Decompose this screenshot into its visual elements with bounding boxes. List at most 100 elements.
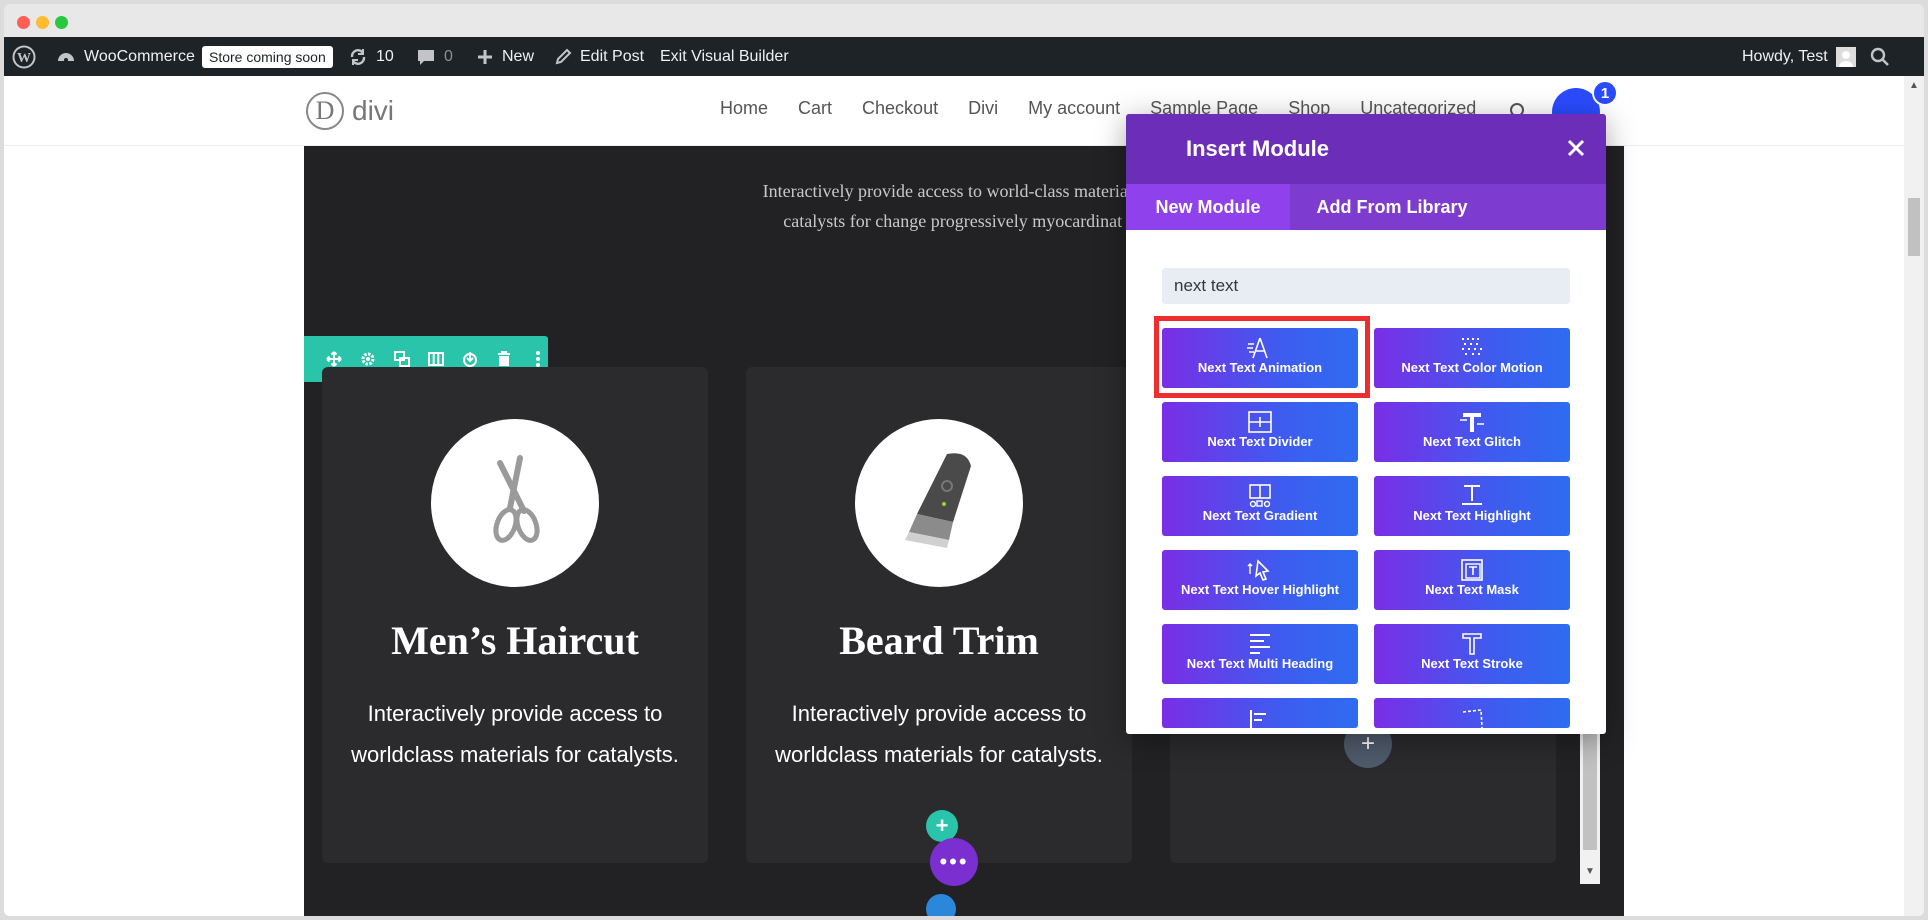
logo-text: divi	[352, 95, 395, 126]
module-label: Next Text Stroke	[1421, 656, 1523, 671]
new-content-menu[interactable]: New	[476, 37, 534, 76]
module-label: Next Text Gradient	[1202, 508, 1318, 523]
card-image-circle	[855, 419, 1023, 587]
module-partial-row-right[interactable]	[1374, 698, 1570, 729]
site-name-menu[interactable]: WooCommerce	[56, 37, 195, 76]
edit-post-link[interactable]: Edit Post	[554, 37, 644, 76]
text-gradient-icon	[1249, 484, 1271, 508]
nav-item-home[interactable]: Home	[720, 98, 768, 119]
move-icon	[326, 351, 342, 367]
page-scroll-thumb[interactable]	[1908, 198, 1920, 256]
tab-add-from-library[interactable]: Add From Library	[1290, 184, 1494, 230]
module-next-text-mask[interactable]: Next Text Mask	[1374, 550, 1570, 610]
align-left-icon	[1250, 710, 1266, 730]
minimize-window-button[interactable]	[36, 16, 49, 29]
module-partial-row-left[interactable]	[1162, 698, 1358, 730]
duplicate-icon	[394, 351, 410, 367]
module-label: Next Text Multi Heading	[1186, 656, 1334, 671]
trimmer-icon	[905, 453, 971, 548]
delete-row-button[interactable]	[494, 349, 514, 369]
cursor-icon	[1247, 559, 1270, 581]
trash-icon	[498, 351, 510, 366]
add-section-button[interactable]	[926, 894, 956, 916]
comments-menu[interactable]: 0	[416, 37, 453, 76]
site-logo[interactable]: D divi	[306, 92, 394, 130]
updates-count: 10	[376, 47, 394, 65]
modal-title: Insert Module	[1186, 136, 1330, 161]
save-icon	[463, 352, 477, 367]
duplicate-row-button[interactable]	[392, 349, 412, 369]
module-label: Next Text Mask	[1425, 582, 1519, 597]
tab-new-module[interactable]: New Module	[1126, 184, 1290, 230]
module-next-text-gradient[interactable]: Next Text Gradient	[1162, 476, 1358, 536]
text-box-icon	[1462, 709, 1483, 729]
more-row-options-button[interactable]	[528, 349, 548, 369]
comments-count: 0	[444, 47, 453, 65]
gear-icon	[361, 352, 375, 366]
selected-module-highlight	[1154, 316, 1370, 398]
scroll-down-arrow[interactable]: ▼	[1585, 866, 1595, 877]
nav-item-divi[interactable]: Divi	[968, 98, 998, 119]
text-divider-icon	[1248, 411, 1272, 433]
module-next-text-stroke[interactable]: Next Text Stroke	[1374, 624, 1570, 684]
module-next-text-hover-highlight[interactable]: Next Text Hover Highlight	[1162, 550, 1358, 610]
service-card-beard-trim[interactable]: Beard Trim Interactively provide access …	[746, 367, 1132, 863]
browser-window: W WooCommerce Store coming soon 10 0 New…	[4, 4, 1924, 916]
page-scrollbar[interactable]: ▲	[1904, 76, 1924, 916]
builder-scrollbar[interactable]: ▼	[1580, 724, 1600, 884]
site-name-label: WooCommerce	[84, 47, 195, 65]
window-titlebar	[4, 4, 1924, 37]
columns-icon	[428, 352, 444, 366]
maximize-window-button[interactable]	[55, 16, 68, 29]
edit-post-label: Edit Post	[580, 47, 645, 65]
row-settings-button[interactable]	[358, 349, 378, 369]
module-search-input[interactable]	[1162, 268, 1570, 304]
card-description: Interactively provide access to worldcla…	[775, 701, 1103, 767]
nav-item-cart[interactable]: Cart	[798, 98, 832, 119]
wordpress-menu[interactable]: W	[12, 37, 36, 76]
module-label: Next Text Highlight	[1413, 508, 1531, 523]
plus-icon	[478, 49, 492, 64]
updates-menu[interactable]: 10	[348, 37, 394, 76]
color-motion-icon	[1462, 338, 1482, 355]
howdy-label: Howdy, Test	[1742, 47, 1828, 65]
insert-module-modal: Insert Module New Module Add From Librar…	[1126, 114, 1606, 734]
modal-header: Insert Module	[1126, 114, 1606, 184]
module-next-text-divider[interactable]: Next Text Divider	[1162, 402, 1358, 462]
text-highlight-icon	[1462, 485, 1482, 505]
module-label: Next Text Hover Highlight	[1181, 582, 1339, 597]
scroll-up-arrow[interactable]: ▲	[1909, 80, 1919, 91]
new-label: New	[502, 47, 535, 65]
svg-text:W: W	[17, 51, 31, 66]
logo-mark: D	[306, 92, 344, 130]
builder-settings-dots-button[interactable]: •••	[930, 838, 978, 886]
account-menu[interactable]: Howdy, Test	[1742, 37, 1856, 76]
store-status-badge[interactable]: Store coming soon	[202, 37, 333, 76]
save-to-library-button[interactable]	[460, 349, 480, 369]
module-next-text-color-motion[interactable]: Next Text Color Motion	[1374, 328, 1570, 388]
column-layout-button[interactable]	[426, 349, 446, 369]
card-title: Men’s Haircut	[391, 618, 639, 663]
site-header: D divi Home Cart Checkout Divi My accoun…	[4, 76, 1924, 146]
pencil-icon	[555, 48, 572, 64]
close-window-button[interactable]	[17, 16, 30, 29]
nav-item-checkout[interactable]: Checkout	[862, 98, 938, 119]
module-label: Next Text Glitch	[1422, 434, 1521, 449]
module-next-text-glitch[interactable]: Next Text Glitch	[1374, 402, 1570, 462]
close-modal-button[interactable]	[1564, 136, 1588, 160]
admin-search-button[interactable]	[1870, 37, 1890, 76]
module-next-text-multi-heading[interactable]: Next Text Multi Heading	[1162, 624, 1358, 684]
builder-scroll-thumb[interactable]	[1583, 724, 1597, 850]
module-next-text-highlight[interactable]: Next Text Highlight	[1374, 476, 1570, 536]
exit-visual-builder-link[interactable]: Exit Visual Builder	[660, 37, 789, 76]
service-card-haircut[interactable]: Men’s Haircut Interactively provide acce…	[322, 367, 708, 863]
more-vertical-icon	[536, 351, 540, 367]
text-glitch-icon	[1460, 413, 1484, 432]
nav-item-my-account[interactable]: My account	[1028, 98, 1120, 119]
move-row-button[interactable]	[324, 349, 344, 369]
multi-heading-icon	[1250, 634, 1270, 654]
module-label: Next Text Divider	[1207, 434, 1313, 449]
search-icon	[1870, 47, 1889, 66]
store-badge-label: Store coming soon	[202, 45, 333, 68]
notification-count-badge: 1	[1592, 80, 1618, 106]
